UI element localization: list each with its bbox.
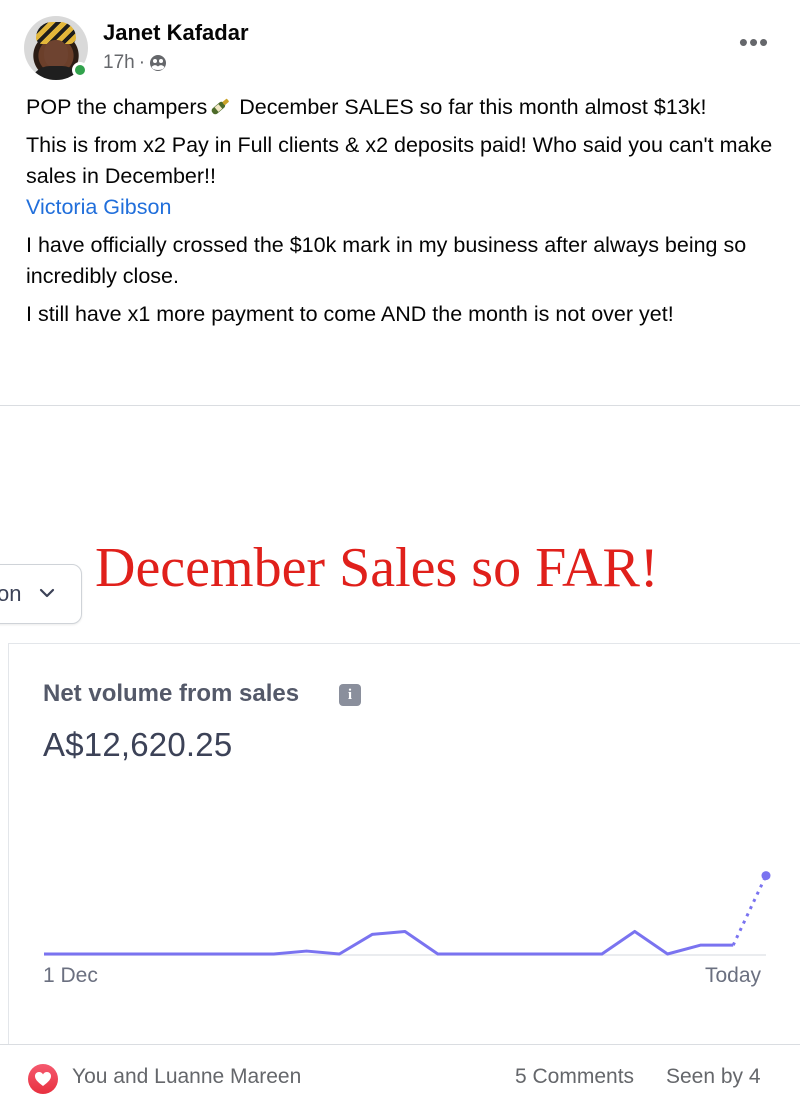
post-paragraph: This is from x2 Pay in Full clients & x2… [26,133,773,188]
metric-value: A$12,620.25 [43,726,233,763]
post-paragraph: POP the champers December SALES so far t… [26,92,778,123]
heart-reaction-icon[interactable] [28,1064,58,1094]
chart-projected-line [731,874,768,946]
x-axis-end-label: Today [705,964,762,987]
post-paragraph: I still have x1 more payment to come AND… [26,302,674,326]
dropdown-label: on [0,581,22,606]
post-meta: 17h · [103,52,167,74]
reactions-summary[interactable]: You and Luanne Mareen [72,1065,301,1089]
post-paragraph: I have officially crossed the $10k mark … [26,233,747,288]
filter-dropdown: on [0,564,82,624]
mention-link[interactable]: Victoria Gibson [26,192,778,223]
seen-by-count[interactable]: Seen by 4 [666,1065,761,1089]
more-options-button[interactable]: ••• [732,24,776,60]
meta-separator: · [138,52,146,73]
post-header: Janet Kafadar 17h · ••• [24,14,776,84]
champagne-bottle-icon [211,98,230,115]
post-text-segment: December SALES so far this month almost … [233,95,707,119]
chart-end-point [761,871,771,881]
post-time[interactable]: 17h [103,52,135,74]
info-icon: i [339,684,361,706]
online-status-dot [72,62,88,78]
post-image[interactable]: December Sales so FAR! on Net volume fro… [0,406,800,1044]
divider [0,1044,800,1045]
line-chart [44,871,771,956]
image-overlay-title: December Sales so FAR! [95,537,659,599]
friends-icon [150,55,167,71]
metric-label: Net volume from sales [43,680,300,707]
chevron-down-icon [39,588,55,598]
chart-series-line [44,929,734,956]
comments-count[interactable]: 5 Comments [515,1065,634,1089]
post-text: POP the champers December SALES so far t… [26,92,778,337]
x-axis-start-label: 1 Dec [43,964,98,987]
author-name[interactable]: Janet Kafadar [103,20,249,46]
post-text-segment: POP the champers [26,95,208,119]
post-footer: You and Luanne Mareen 5 Comments Seen by… [0,1050,800,1106]
